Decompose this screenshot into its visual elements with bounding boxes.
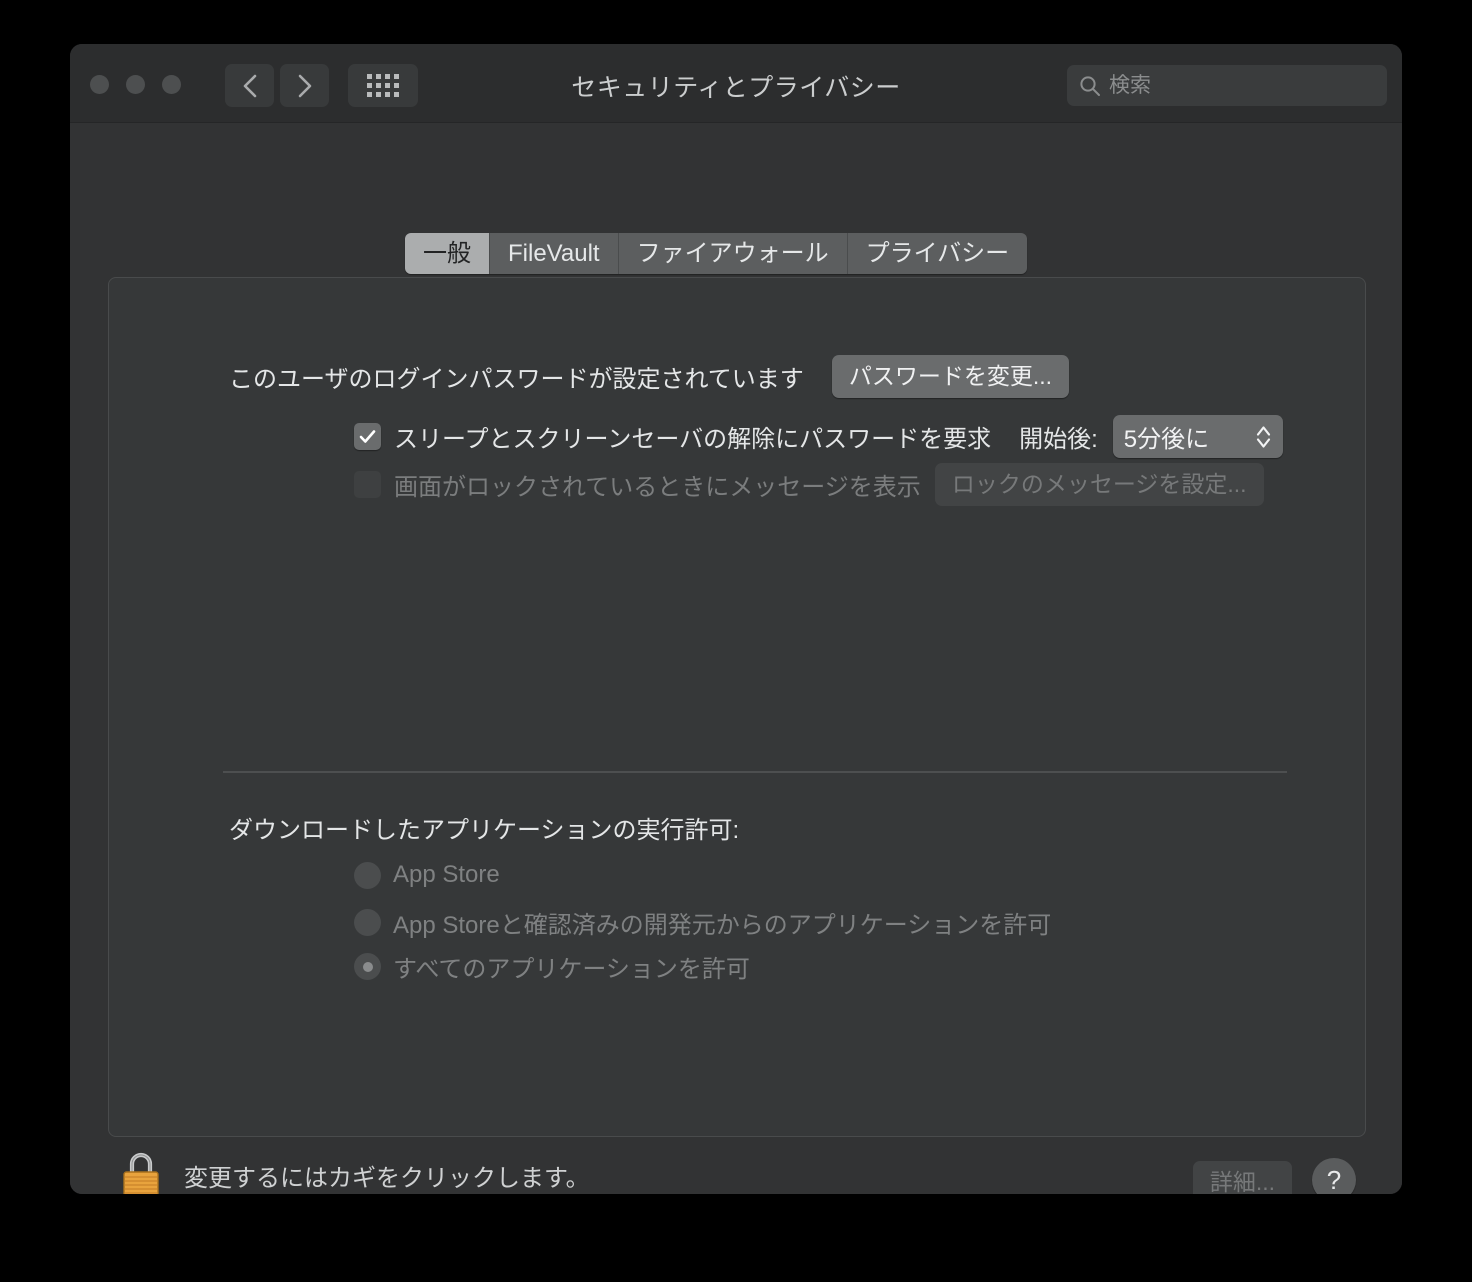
download-option-app-store-identified[interactable]: App Storeと確認済みの開発元からのアプリケーションを許可	[354, 905, 1051, 940]
delay-value: 5分後に	[1123, 426, 1210, 453]
search-field[interactable]	[1067, 65, 1387, 106]
lock-instruction-text: 変更するにはカギをクリックします。	[184, 1164, 590, 1192]
tab-general[interactable]: 一般	[405, 233, 490, 274]
delay-popup-button[interactable]: 5分後に	[1112, 415, 1283, 458]
lock-message-checkbox[interactable]	[354, 471, 381, 498]
change-password-button[interactable]: パスワードを変更...	[831, 355, 1069, 398]
tab-bar: 一般 FileVault ファイアウォール プライバシー	[405, 233, 1028, 274]
title-bar: セキュリティとプライバシー	[70, 44, 1402, 123]
tab-privacy[interactable]: プライバシー	[847, 233, 1028, 274]
section-divider	[223, 771, 1287, 773]
preferences-window: セキュリティとプライバシー 一般 FileVault ファイアウォール プライバ…	[70, 44, 1402, 1194]
tab-firewall[interactable]: ファイアウォール	[618, 233, 848, 274]
padlock-closed-icon[interactable]	[118, 1149, 164, 1194]
download-option-app-store[interactable]: App Store	[354, 861, 500, 889]
set-lock-message-button[interactable]: ロックのメッセージを設定...	[934, 463, 1264, 506]
search-input[interactable]	[1109, 73, 1375, 98]
lock-area[interactable]: 変更するにはカギをクリックします。	[118, 1149, 590, 1194]
require-password-row: スリープとスクリーンセーバの解除にパスワードを要求 開始後: 5分後に	[354, 415, 1283, 458]
general-settings-panel: このユーザのログインパスワードが設定されています パスワードを変更... スリー…	[108, 277, 1366, 1137]
download-option-label: すべてのアプリケーションを許可	[393, 956, 750, 983]
radio-app-store-identified[interactable]	[354, 909, 381, 936]
download-option-anywhere[interactable]: すべてのアプリケーションを許可	[354, 949, 750, 984]
tab-filevault[interactable]: FileVault	[490, 233, 619, 274]
password-status-label: このユーザのログインパスワードが設定されています	[229, 366, 804, 393]
password-status-row: このユーザのログインパスワードが設定されています パスワードを変更...	[229, 355, 1069, 398]
download-option-label: App Store	[393, 861, 500, 888]
search-icon	[1080, 75, 1100, 96]
downloads-section-title: ダウンロードしたアプリケーションの実行許可:	[229, 817, 740, 844]
download-option-label: App Storeと確認済みの開発元からのアプリケーションを許可	[393, 912, 1052, 939]
radio-app-store[interactable]	[354, 861, 381, 889]
window-body: 一般 FileVault ファイアウォール プライバシー このユーザのログインパ…	[70, 123, 1402, 1194]
help-button[interactable]: ?	[1312, 1158, 1356, 1194]
stepper-chevrons-icon	[1256, 425, 1270, 448]
delay-label: 開始後:	[1019, 426, 1098, 453]
lock-message-row: 画面がロックされているときにメッセージを表示 ロックのメッセージを設定...	[354, 463, 1264, 506]
require-password-checkbox[interactable]	[354, 423, 381, 450]
checkmark-icon	[359, 430, 376, 443]
advanced-button[interactable]: 詳細...	[1192, 1161, 1292, 1194]
lock-message-label: 画面がロックされているときにメッセージを表示	[394, 474, 921, 501]
require-password-label: スリープとスクリーンセーバの解除にパスワードを要求	[394, 426, 992, 453]
radio-anywhere[interactable]	[354, 953, 381, 980]
